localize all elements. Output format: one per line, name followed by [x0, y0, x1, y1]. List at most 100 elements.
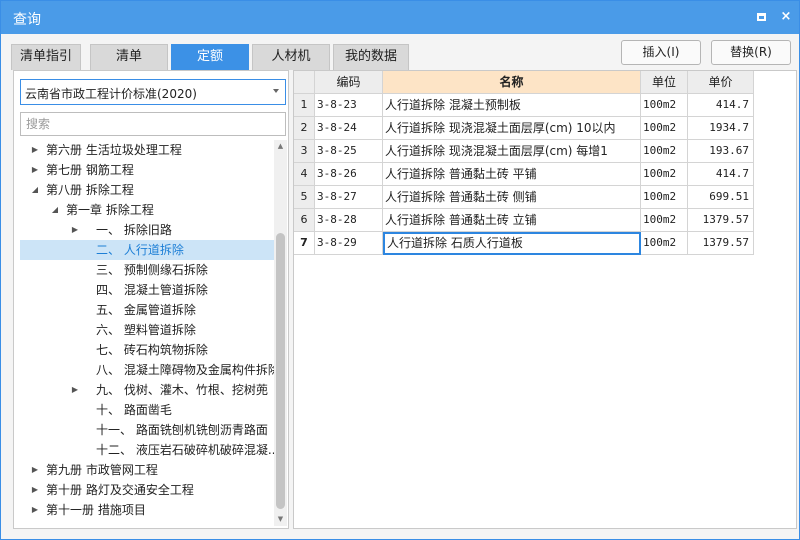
header-corner[interactable] — [294, 71, 315, 94]
tree-item-label: 六、 塑料管道拆除 — [96, 323, 196, 337]
name-cell[interactable]: 人行道拆除 普通黏土砖 立铺 — [383, 209, 641, 232]
title-bar[interactable]: 查询 × — [1, 1, 799, 34]
tree-item[interactable]: ▶ 第十一册 措施项目 — [20, 500, 274, 520]
code-cell[interactable]: 3-8-25 — [315, 140, 383, 163]
tree-item-label: 二、 人行道拆除 — [96, 243, 184, 257]
name-cell[interactable]: 人行道拆除 石质人行道板 — [383, 232, 641, 255]
tab-my-data[interactable]: 我的数据 — [333, 44, 409, 70]
unit-cell[interactable]: 100m2 — [641, 117, 688, 140]
row-index[interactable]: 6 — [294, 209, 315, 232]
standard-select-value: 云南省市政工程计价标准(2020) — [25, 87, 197, 101]
price-cell[interactable]: 1379.57 — [688, 209, 754, 232]
tree-scrollbar[interactable]: ▲ ▼ — [274, 140, 287, 526]
tree-item[interactable]: 五、 金属管道拆除 — [20, 300, 274, 320]
maximize-icon[interactable] — [751, 7, 771, 27]
tree-item[interactable]: 二、 人行道拆除 — [20, 240, 274, 260]
tab-bill-guide[interactable]: 清单指引 — [11, 44, 81, 70]
price-cell[interactable]: 1379.57 — [688, 232, 754, 255]
price-cell[interactable]: 1934.7 — [688, 117, 754, 140]
tree-item[interactable]: ▶ 一、 拆除旧路 — [20, 220, 274, 240]
name-cell[interactable]: 人行道拆除 现浇混凝土面层厚(cm) 10以内 — [383, 117, 641, 140]
code-cell[interactable]: 3-8-27 — [315, 186, 383, 209]
tree-item-label: 四、 混凝土管道拆除 — [96, 283, 208, 297]
insert-button[interactable]: 插入(I) — [621, 40, 701, 65]
unit-cell[interactable]: 100m2 — [641, 232, 688, 255]
window-title: 查询 — [13, 12, 41, 28]
unit-cell[interactable]: 100m2 — [641, 140, 688, 163]
tree-item[interactable]: 十一、 路面铣刨机铣刨沥青路面 — [20, 420, 274, 440]
tree-item[interactable]: ◢ 第八册 拆除工程 — [20, 180, 274, 200]
tree-item[interactable]: 八、 混凝土障碍物及金属构件拆除 — [20, 360, 274, 380]
tree-item[interactable]: 十二、 液压岩石破碎机破碎混凝... — [20, 440, 274, 460]
collapsed-arrow-icon[interactable]: ▶ — [30, 160, 40, 180]
scroll-up-icon[interactable]: ▲ — [274, 140, 287, 153]
replace-button[interactable]: 替换(R) — [711, 40, 791, 65]
tree-item[interactable]: 四、 混凝土管道拆除 — [20, 280, 274, 300]
tree-item[interactable]: ▶ 第十册 路灯及交通安全工程 — [20, 480, 274, 500]
collapsed-arrow-icon[interactable]: ▶ — [30, 460, 40, 480]
tab-labor-material-machine[interactable]: 人材机 — [252, 44, 330, 70]
tab-bill[interactable]: 清单 — [90, 44, 168, 70]
close-icon[interactable]: × — [776, 7, 796, 27]
tab-quota[interactable]: 定额 — [171, 44, 249, 70]
price-cell[interactable]: 414.7 — [688, 163, 754, 186]
unit-cell[interactable]: 100m2 — [641, 209, 688, 232]
unit-cell[interactable]: 100m2 — [641, 163, 688, 186]
row-index[interactable]: 3 — [294, 140, 315, 163]
standard-select[interactable]: 云南省市政工程计价标准(2020) — [20, 79, 286, 105]
chevron-down-icon — [273, 89, 279, 93]
row-index[interactable]: 1 — [294, 94, 315, 117]
collapsed-arrow-icon[interactable]: ▶ — [30, 140, 40, 160]
scrollbar-thumb[interactable] — [276, 233, 285, 509]
collapsed-arrow-icon[interactable]: ▶ — [70, 380, 80, 400]
code-cell[interactable]: 3-8-29 — [315, 232, 383, 255]
collapsed-arrow-icon[interactable]: ▶ — [30, 500, 40, 520]
unit-cell[interactable]: 100m2 — [641, 186, 688, 209]
tree-item[interactable]: 七、 砖石构筑物拆除 — [20, 340, 274, 360]
collapsed-arrow-icon[interactable]: ▶ — [70, 220, 80, 240]
header-price[interactable]: 单价 — [688, 71, 754, 94]
name-cell[interactable]: 人行道拆除 混凝土预制板 — [383, 94, 641, 117]
row-index[interactable]: 2 — [294, 117, 315, 140]
scroll-down-icon[interactable]: ▼ — [274, 513, 287, 526]
code-cell[interactable]: 3-8-23 — [315, 94, 383, 117]
code-cell[interactable]: 3-8-26 — [315, 163, 383, 186]
tree-item[interactable]: ◢ 第一章 拆除工程 — [20, 200, 274, 220]
price-cell[interactable]: 414.7 — [688, 94, 754, 117]
row-index[interactable]: 4 — [294, 163, 315, 186]
tree-item[interactable]: ▶ 第九册 市政管网工程 — [20, 460, 274, 480]
tree-item[interactable]: 三、 预制侧缘石拆除 — [20, 260, 274, 280]
price-cell[interactable]: 193.67 — [688, 140, 754, 163]
tree-item-label: 第十一册 措施项目 — [46, 503, 146, 517]
header-name[interactable]: 名称 — [383, 71, 641, 94]
collapsed-arrow-icon[interactable]: ▶ — [30, 480, 40, 500]
row-index[interactable]: 7 — [294, 232, 315, 255]
tree-item-label: 第一章 拆除工程 — [66, 203, 154, 217]
tree-item-label: 八、 混凝土障碍物及金属构件拆除 — [96, 363, 274, 377]
tree-item-label: 五、 金属管道拆除 — [96, 303, 196, 317]
tree-item[interactable]: 十、 路面凿毛 — [20, 400, 274, 420]
code-cell[interactable]: 3-8-28 — [315, 209, 383, 232]
expanded-arrow-icon[interactable]: ◢ — [50, 200, 60, 220]
name-cell[interactable]: 人行道拆除 普通黏土砖 平铺 — [383, 163, 641, 186]
tree-item-label: 第八册 拆除工程 — [46, 183, 134, 197]
expanded-arrow-icon[interactable]: ◢ — [30, 180, 40, 200]
tree-item[interactable]: ▶ 九、 伐树、灌木、竹根、挖树蔸 — [20, 380, 274, 400]
tree-item[interactable]: ▶ 第七册 钢筋工程 — [20, 160, 274, 180]
tree-item-label: 十一、 路面铣刨机铣刨沥青路面 — [96, 423, 268, 437]
category-pane: 云南省市政工程计价标准(2020) ▶ 第六册 生活垃圾处理工程 ▶ 第七册 钢筋工程… — [13, 70, 289, 529]
tree-item-label: 三、 预制侧缘石拆除 — [96, 263, 208, 277]
tree-item[interactable]: ▶ 第六册 生活垃圾处理工程 — [20, 140, 274, 160]
row-index[interactable]: 5 — [294, 186, 315, 209]
tree-item-label: 十、 路面凿毛 — [96, 403, 172, 417]
name-cell[interactable]: 人行道拆除 现浇混凝土面层厚(cm) 每增1 — [383, 140, 641, 163]
name-cell[interactable]: 人行道拆除 普通黏土砖 侧铺 — [383, 186, 641, 209]
search-input[interactable] — [20, 112, 286, 136]
header-code[interactable]: 编码 — [315, 71, 383, 94]
tree-item[interactable]: 六、 塑料管道拆除 — [20, 320, 274, 340]
unit-cell[interactable]: 100m2 — [641, 94, 688, 117]
header-unit[interactable]: 单位 — [641, 71, 688, 94]
price-cell[interactable]: 699.51 — [688, 186, 754, 209]
quota-table-pane: 编码 名称 单位 单价 1 3-8-23 人行道拆除 混凝土预制板 100m2 414.7 2 3-… — [293, 70, 797, 529]
code-cell[interactable]: 3-8-24 — [315, 117, 383, 140]
